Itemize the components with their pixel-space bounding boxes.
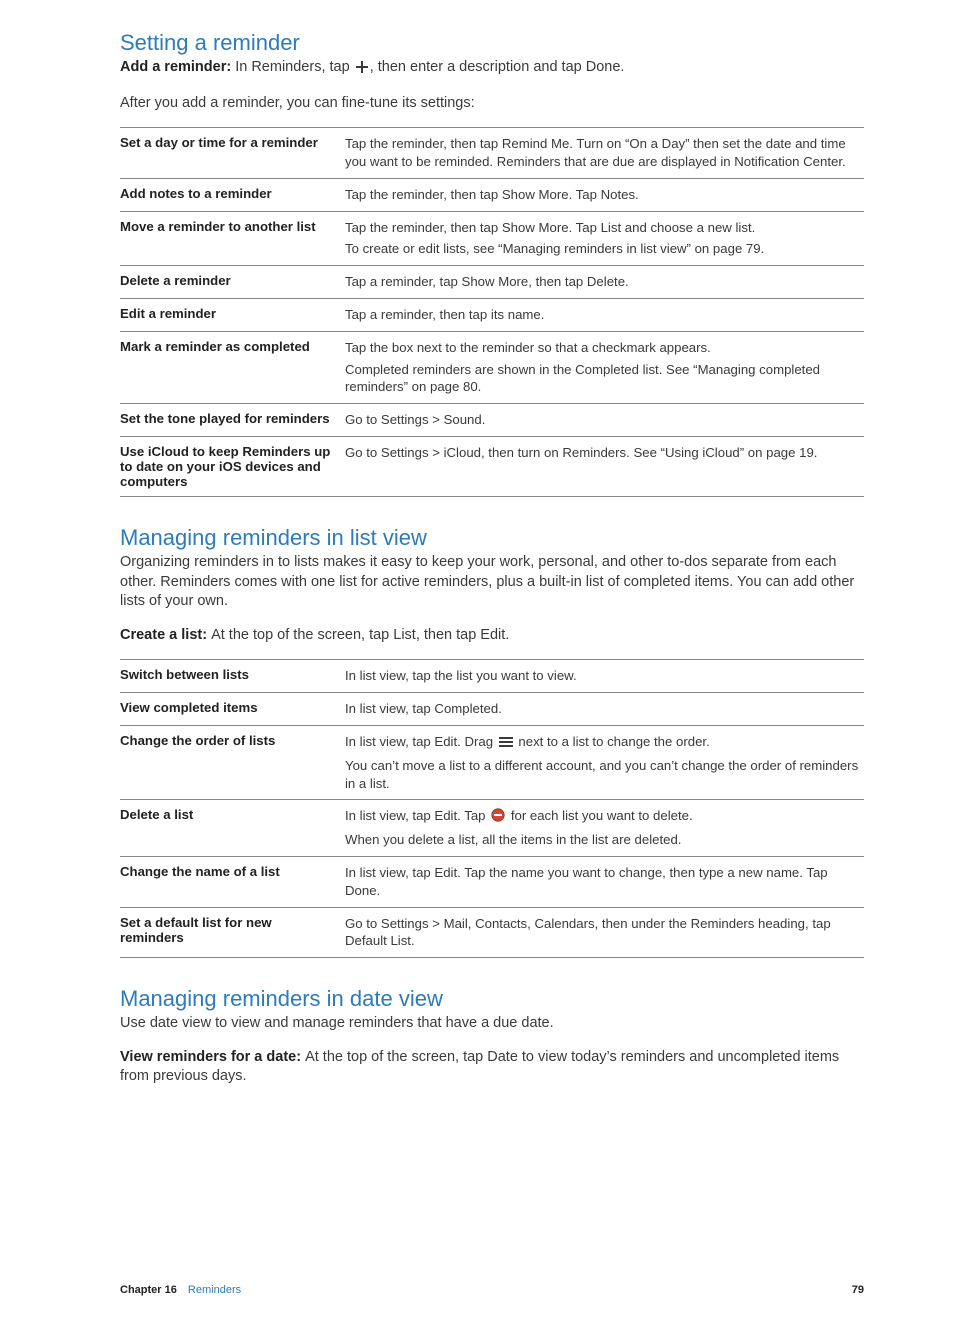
row-desc-line: Go to Settings > iCloud, then turn on Re…	[345, 444, 860, 462]
row-desc: Tap the box next to the reminder so that…	[345, 331, 864, 403]
page-footer: Chapter 16 Reminders 79	[120, 1284, 864, 1296]
table-row: Delete a listIn list view, tap Edit. Tap…	[120, 800, 864, 857]
heading-date-view: Managing reminders in date view	[120, 986, 864, 1012]
row-label: Change the name of a list	[120, 857, 345, 908]
listview-table: Switch between listsIn list view, tap th…	[120, 659, 864, 958]
row-label: Use iCloud to keep Reminders up to date …	[120, 437, 345, 497]
footer-title: Reminders	[188, 1284, 241, 1296]
heading-list-view: Managing reminders in list view	[120, 525, 864, 551]
create-list-line: Create a list: At the top of the screen,…	[120, 626, 864, 646]
row-label: View completed items	[120, 693, 345, 726]
table-row: Edit a reminderTap a reminder, then tap …	[120, 299, 864, 332]
row-desc: In list view, tap Edit. Tap the name you…	[345, 857, 864, 908]
table-row: Mark a reminder as completedTap the box …	[120, 331, 864, 403]
row-desc-pre: In list view, tap Edit. Drag	[345, 734, 497, 749]
row-desc-line: Go to Settings > Mail, Contacts, Calenda…	[345, 915, 860, 951]
row-label: Add notes to a reminder	[120, 178, 345, 211]
listview-table-body: Switch between listsIn list view, tap th…	[120, 660, 864, 958]
table-row: Set a default list for new remindersGo t…	[120, 907, 864, 958]
row-desc-line: Tap the reminder, then tap Remind Me. Tu…	[345, 135, 860, 171]
row-desc-line: To create or edit lists, see “Managing r…	[345, 240, 860, 258]
row-desc-line: Tap a reminder, tap Show More, then tap …	[345, 273, 860, 291]
row-desc-line: In list view, tap Edit. Drag next to a l…	[345, 733, 860, 753]
row-desc: Go to Settings > iCloud, then turn on Re…	[345, 437, 864, 497]
row-desc-line: In list view, tap Edit. Tap the name you…	[345, 864, 860, 900]
list-view-para: Organizing reminders in to lists makes i…	[120, 553, 864, 612]
row-desc-post: for each list you want to delete.	[507, 808, 692, 823]
row-label: Delete a list	[120, 800, 345, 857]
table-row: Add notes to a reminderTap the reminder,…	[120, 178, 864, 211]
row-desc-line: Go to Settings > Sound.	[345, 411, 860, 429]
create-list-rest: At the top of the screen, tap List, then…	[211, 627, 509, 643]
table-row: Delete a reminderTap a reminder, tap Sho…	[120, 266, 864, 299]
row-desc: Tap the reminder, then tap Show More. Ta…	[345, 178, 864, 211]
heading-setting-reminder: Setting a reminder	[120, 30, 864, 56]
drag-handle-icon	[499, 735, 513, 753]
footer-left: Chapter 16 Reminders	[120, 1284, 241, 1296]
row-label: Delete a reminder	[120, 266, 345, 299]
setting-table: Set a day or time for a reminderTap the …	[120, 127, 864, 497]
view-for-date-label: View reminders for a date:	[120, 1049, 301, 1065]
row-desc: Tap a reminder, tap Show More, then tap …	[345, 266, 864, 299]
delete-icon	[491, 808, 505, 827]
page-content: Setting a reminder Add a reminder: In Re…	[0, 0, 954, 1087]
row-desc: In list view, tap Completed.	[345, 693, 864, 726]
row-desc-line: In list view, tap the list you want to v…	[345, 667, 860, 685]
row-desc-line: Tap a reminder, then tap its name.	[345, 306, 860, 324]
section-setting-reminder: Setting a reminder Add a reminder: In Re…	[120, 30, 864, 497]
row-desc-line: In list view, tap Completed.	[345, 700, 860, 718]
row-desc-line: Tap the reminder, then tap Show More. Ta…	[345, 186, 860, 204]
row-label: Change the order of lists	[120, 725, 345, 799]
row-desc: In list view, tap the list you want to v…	[345, 660, 864, 693]
row-desc: Go to Settings > Mail, Contacts, Calenda…	[345, 907, 864, 958]
create-list-label: Create a list:	[120, 627, 207, 643]
add-reminder-post: , then enter a description and tap Done.	[370, 59, 625, 75]
row-desc-post: next to a list to change the order.	[515, 734, 710, 749]
row-desc: Go to Settings > Sound.	[345, 404, 864, 437]
table-row: Move a reminder to another listTap the r…	[120, 211, 864, 266]
table-row: Change the order of listsIn list view, t…	[120, 725, 864, 799]
row-desc: Tap a reminder, then tap its name.	[345, 299, 864, 332]
table-row: Use iCloud to keep Reminders up to date …	[120, 437, 864, 497]
row-label: Move a reminder to another list	[120, 211, 345, 266]
plus-icon	[356, 60, 368, 80]
section-date-view: Managing reminders in date view Use date…	[120, 986, 864, 1087]
row-desc-line: Tap the reminder, then tap Show More. Ta…	[345, 219, 860, 237]
date-view-para: Use date view to view and manage reminde…	[120, 1014, 864, 1034]
row-label: Edit a reminder	[120, 299, 345, 332]
row-desc-line: Completed reminders are shown in the Com…	[345, 361, 860, 397]
row-desc-line: When you delete a list, all the items in…	[345, 831, 860, 849]
after-add-line: After you add a reminder, you can fine-t…	[120, 94, 864, 114]
add-reminder-pre: In Reminders, tap	[235, 59, 349, 75]
row-label: Set a day or time for a reminder	[120, 128, 345, 179]
section-list-view: Managing reminders in list view Organizi…	[120, 525, 864, 958]
footer-chapter: Chapter 16	[120, 1284, 177, 1296]
row-label: Set a default list for new reminders	[120, 907, 345, 958]
view-for-date-line: View reminders for a date: At the top of…	[120, 1048, 864, 1087]
table-row: Set a day or time for a reminderTap the …	[120, 128, 864, 179]
row-desc-line: In list view, tap Edit. Tap for each lis…	[345, 807, 860, 827]
row-desc-line: You can’t move a list to a different acc…	[345, 757, 860, 793]
setting-table-body: Set a day or time for a reminderTap the …	[120, 128, 864, 497]
add-reminder-label: Add a reminder:	[120, 59, 231, 75]
row-desc-pre: In list view, tap Edit. Tap	[345, 808, 489, 823]
row-desc-line: Tap the box next to the reminder so that…	[345, 339, 860, 357]
footer-page-number: 79	[852, 1284, 864, 1296]
row-label: Switch between lists	[120, 660, 345, 693]
row-desc: In list view, tap Edit. Tap for each lis…	[345, 800, 864, 857]
row-label: Set the tone played for reminders	[120, 404, 345, 437]
row-desc: Tap the reminder, then tap Show More. Ta…	[345, 211, 864, 266]
row-desc: In list view, tap Edit. Drag next to a l…	[345, 725, 864, 799]
add-reminder-line: Add a reminder: In Reminders, tap , then…	[120, 58, 864, 80]
table-row: Change the name of a listIn list view, t…	[120, 857, 864, 908]
table-row: Switch between listsIn list view, tap th…	[120, 660, 864, 693]
row-label: Mark a reminder as completed	[120, 331, 345, 403]
table-row: Set the tone played for remindersGo to S…	[120, 404, 864, 437]
row-desc: Tap the reminder, then tap Remind Me. Tu…	[345, 128, 864, 179]
table-row: View completed itemsIn list view, tap Co…	[120, 693, 864, 726]
